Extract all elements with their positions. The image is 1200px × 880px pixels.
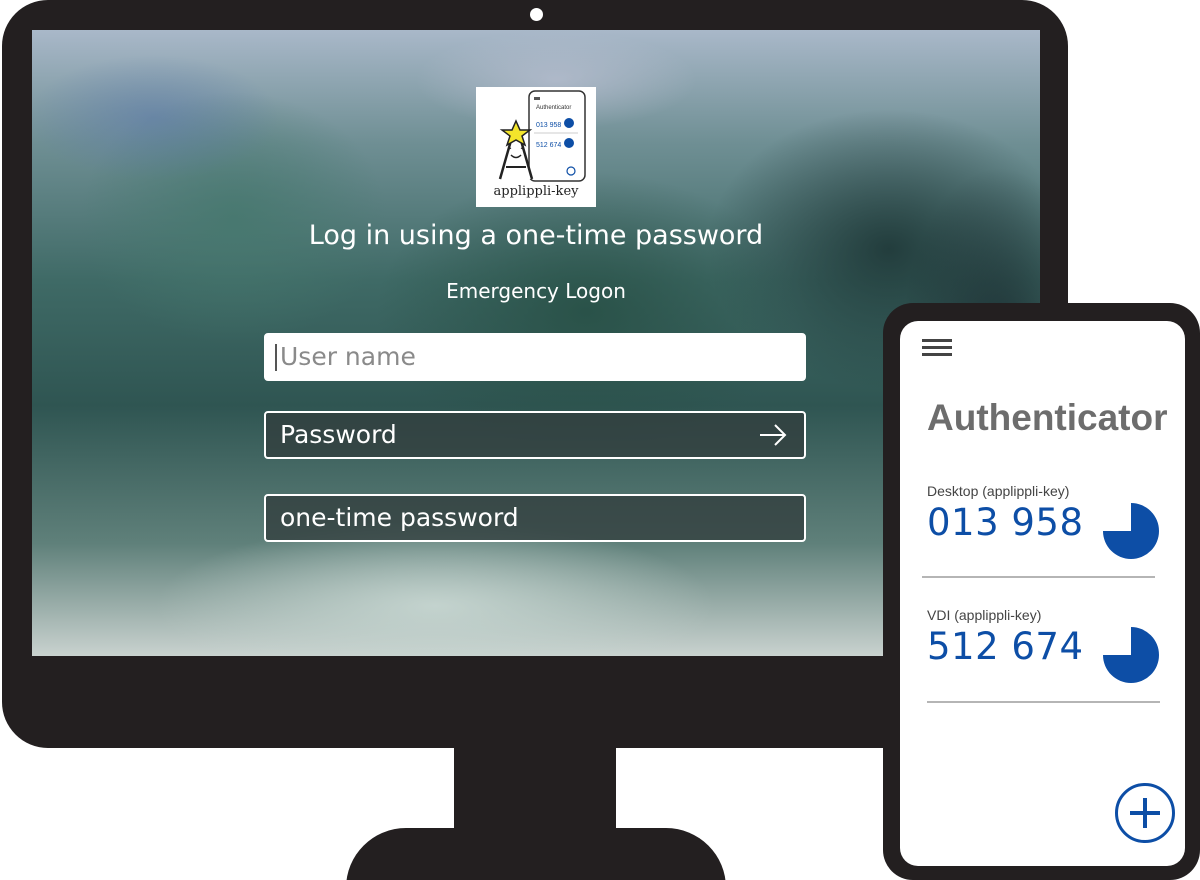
- username-field[interactable]: User name: [264, 333, 806, 381]
- login-title: Log in using a one-time password: [308, 220, 764, 251]
- logo-mini-title: Authenticator: [536, 105, 571, 111]
- illustration: Authenticator 013 958 512 674 applippli-…: [0, 0, 1200, 880]
- monitor-stand-base: [346, 828, 726, 880]
- divider: [927, 701, 1160, 703]
- otp-placeholder: one-time password: [280, 503, 519, 532]
- timer-icon: [1103, 503, 1159, 559]
- logo-mini-code-1: 013 958: [536, 122, 561, 129]
- add-account-button[interactable]: [1115, 783, 1175, 843]
- password-field[interactable]: Password: [264, 411, 806, 459]
- timer-icon: [1103, 627, 1159, 683]
- submit-arrow-icon[interactable]: [758, 423, 788, 447]
- text-caret: [275, 344, 277, 371]
- hamburger-menu-icon[interactable]: [922, 339, 952, 357]
- otp-field[interactable]: one-time password: [264, 494, 806, 542]
- authenticator-app-screen: Authenticator Desktop (applippli-key) 01…: [900, 321, 1185, 866]
- username-placeholder: User name: [280, 342, 416, 371]
- webcam-dot: [530, 8, 543, 21]
- plus-icon: [1130, 798, 1160, 828]
- account-label: Desktop (applippli-key): [927, 483, 1070, 499]
- emergency-logon-link[interactable]: Emergency Logon: [32, 279, 1040, 303]
- logo-mini-code-2: 512 674: [536, 142, 561, 149]
- password-placeholder: Password: [280, 420, 397, 449]
- divider: [922, 576, 1155, 578]
- app-title: Authenticator: [927, 397, 1168, 438]
- smartphone: Authenticator Desktop (applippli-key) 01…: [883, 303, 1200, 880]
- app-logo: Authenticator 013 958 512 674 applippli-…: [476, 87, 596, 207]
- logo-caption: applippli-key: [493, 184, 579, 199]
- account-label: VDI (applippli-key): [927, 607, 1042, 623]
